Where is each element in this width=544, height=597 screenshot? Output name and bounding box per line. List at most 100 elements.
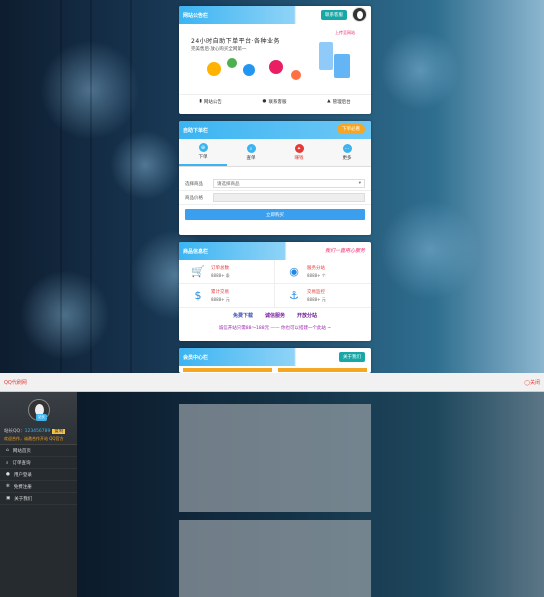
stat-value: 8888+ 元 <box>211 296 230 302</box>
gear-icon: ✻ <box>6 484 10 489</box>
link-label: 管理后台 <box>332 99 351 105</box>
bokeh-light <box>380 200 480 300</box>
search-icon: ⌕ <box>246 144 256 153</box>
cart-icon: 🛒 <box>191 265 205 278</box>
price-row: 商品价格 <box>179 191 371 205</box>
sidebar-item-register[interactable]: ✻ 免费注册 <box>0 481 77 493</box>
member-panel: 会员中心栏 关于我们 <box>179 348 371 373</box>
close-label: 关闭 <box>529 379 540 386</box>
tab-query[interactable]: ⌕ 查单 <box>227 139 275 166</box>
stats-grid: 🛒 订单总数 8888+ 条 ◉ 服务分站 8888+ 个 $ 累计交易 8888+ … <box>179 260 371 308</box>
tag-free[interactable]: 免费下载 <box>233 312 253 319</box>
sidebar-header: 站长 站长QQ：123456789 复制 欢迎合作，诚邀合作开站 QQ官方 <box>0 392 77 445</box>
bg-stripe <box>130 0 132 373</box>
link-label: 网站公告 <box>203 99 222 105</box>
field-label: 选择商品 <box>185 181 203 187</box>
order-tabs: ⊕ 下单 ⌕ 查单 ✦ 赚钱 ⋯ 更多 <box>179 139 371 167</box>
tag-open[interactable]: 开放分站 <box>297 312 317 319</box>
owner-badge: 站长 <box>36 414 47 421</box>
sidebar-item-home[interactable]: ⌂ 网站首页 <box>0 445 77 457</box>
member-buttons <box>179 366 371 373</box>
announcement-header: 网站公告栏 联系客服 <box>179 6 371 24</box>
search-icon: ⌕ <box>6 460 9 466</box>
tab-more[interactable]: ⋯ 更多 <box>323 139 371 166</box>
panel-title: 会员中心栏 <box>183 354 209 361</box>
gift-icon: ✦ <box>294 144 304 153</box>
sidebar: 站长 站长QQ：123456789 复制 欢迎合作，诚邀合作开站 QQ官方 ⌂ 网站… <box>0 392 77 597</box>
avatar[interactable] <box>352 7 367 22</box>
price-field <box>213 193 365 202</box>
info-icon: ▣ <box>6 496 11 501</box>
sidebar-item-label: 用户登录 <box>13 472 32 478</box>
member-button[interactable] <box>183 368 272 372</box>
link-contact[interactable]: ● 联系客服 <box>263 99 287 105</box>
panel-title: 自助下单栏 <box>183 127 209 134</box>
bag-icon: ● <box>262 99 267 104</box>
buy-now-button[interactable]: 立即购买 <box>185 209 365 220</box>
banner-decoration <box>291 70 301 80</box>
user-icon: ● <box>6 472 10 477</box>
panel-title: 商品信息栏 <box>183 248 209 255</box>
dimmed-announcement-panel <box>179 404 371 512</box>
anchor-icon: ⚓ <box>289 289 299 302</box>
member-header: 会员中心栏 关于我们 <box>179 348 371 366</box>
link-announcement[interactable]: ▮ 网站公告 <box>199 99 221 105</box>
marquee-text: 诚信开站只需88～188元 —— 你也可以搭建一个此站 ~ <box>218 326 332 331</box>
quick-links: ▮ 网站公告 ● 联系客服 ▲ 管理后台 <box>179 94 371 108</box>
sidebar-item-label: 关于我们 <box>14 496 33 502</box>
dimmed-order-panel <box>179 520 371 597</box>
more-icon: ⋯ <box>342 144 352 153</box>
product-select-row: 选择商品 请选择商品 ▾ <box>179 177 371 191</box>
panel-title: 网站公告栏 <box>183 12 209 19</box>
sidebar-item-about[interactable]: ▣ 关于我们 <box>0 493 77 505</box>
stat-substations: ◉ 服务分站 8888+ 个 <box>275 260 371 284</box>
sidebar-item-login[interactable]: ● 用户登录 <box>0 469 77 481</box>
bokeh-light <box>110 130 180 200</box>
qq-value: 123456789 <box>24 429 51 434</box>
tab-label: 查单 <box>246 156 256 161</box>
stat-value: 8888+ 条 <box>211 272 230 278</box>
cooperation-text: 欢迎合作，诚邀合作开站 QQ官方 <box>4 436 64 441</box>
bg-stripe <box>60 0 62 373</box>
banner-decoration <box>243 64 255 76</box>
bokeh-light <box>20 270 110 360</box>
sidebar-item-orders[interactable]: ⌕ 订单查询 <box>0 457 77 469</box>
cart-icon: ⊕ <box>198 143 208 152</box>
banner-decoration <box>269 60 283 74</box>
order-panel: 自助下单栏 下单必看 ⊕ 下单 ⌕ 查单 ✦ 赚钱 ⋯ 更多 选择商品 请选择商… <box>179 121 371 235</box>
qq-copy-button[interactable]: 复制 <box>52 429 66 434</box>
select-value: 请选择商品 <box>217 181 240 187</box>
phone-illustration <box>319 42 333 70</box>
banner-subslogan: 完美售后·放心购买全网第一 <box>191 47 247 52</box>
owner-qq: 站长QQ：123456789 复制 <box>4 428 66 434</box>
user-icon: ▲ <box>327 99 331 104</box>
chevron-down-icon: ▾ <box>358 181 361 186</box>
dim-overlay[interactable] <box>77 392 544 597</box>
product-select[interactable]: 请选择商品 ▾ <box>213 179 365 188</box>
promo-banner: 24小时自助下单平台·各种业务 完美售后·放心购买全网第一 上传至网站 <box>179 24 371 94</box>
stat-title: 服务分站 <box>307 265 325 271</box>
close-button[interactable]: ◯关闭 <box>524 379 540 386</box>
stat-orders: 🛒 订单总数 8888+ 条 <box>179 260 275 284</box>
site-brand[interactable]: QQ代刷网 <box>4 379 27 386</box>
banner-decoration <box>227 58 237 68</box>
stat-value: 8888+ 个 <box>307 272 326 278</box>
tab-label: 赚钱 <box>294 156 304 161</box>
tag-trust[interactable]: 诚信服务 <box>265 312 285 319</box>
bg-stripe <box>90 0 92 373</box>
field-label: 商品价格 <box>185 195 203 201</box>
qq-label: 站长QQ： <box>4 429 25 434</box>
link-admin[interactable]: ▲ 管理后台 <box>327 99 350 105</box>
banner-slogan: 24小时自助下单平台·各种业务 <box>191 38 281 45</box>
about-us-button[interactable]: 关于我们 <box>339 352 365 362</box>
phone-illustration <box>334 54 350 78</box>
tab-earn[interactable]: ✦ 赚钱 <box>275 139 323 166</box>
dollar-icon: $ <box>194 289 202 302</box>
stat-title: 累计交易 <box>211 289 229 295</box>
contact-service-button[interactable]: 联系客服 <box>321 10 347 20</box>
member-button[interactable] <box>278 368 367 372</box>
must-read-button[interactable]: 下单必看 <box>337 124 365 134</box>
tab-order[interactable]: ⊕ 下单 <box>179 139 227 166</box>
stat-trades: $ 累计交易 8888+ 元 <box>179 284 275 308</box>
